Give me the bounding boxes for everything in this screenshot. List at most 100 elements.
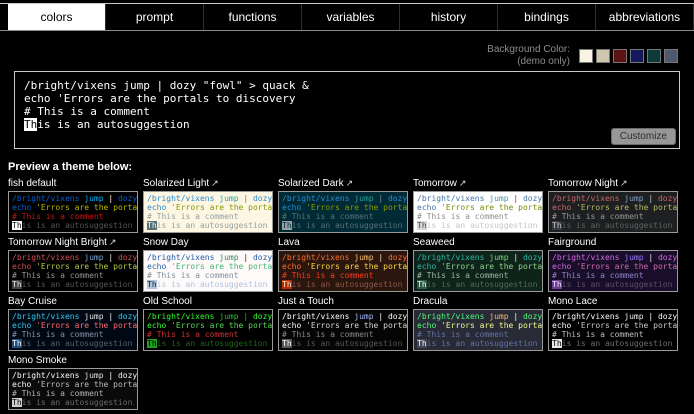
theme-preview: /bright/vixens jump | dozy "echo 'Errors… bbox=[8, 191, 138, 233]
tab-prompt[interactable]: prompt bbox=[106, 4, 204, 30]
external-link-icon[interactable]: ↗ bbox=[109, 237, 117, 247]
terminal-line: echo 'Errors are the portals bbox=[282, 203, 404, 212]
terminal-line: # This is a comment bbox=[24, 105, 670, 118]
customize-button[interactable]: Customize bbox=[611, 128, 676, 145]
external-link-icon[interactable]: ↗ bbox=[620, 178, 628, 188]
theme-preview: /bright/vixens jump | dozy "echo 'Errors… bbox=[413, 191, 543, 233]
terminal-line: echo 'Errors are the portals bbox=[417, 262, 539, 271]
terminal-line: This is an autosuggestion bbox=[12, 221, 134, 230]
terminal-line: echo 'Errors are the portals bbox=[417, 321, 539, 330]
theme-title-text: Tomorrow Night Bright bbox=[8, 237, 107, 248]
theme-card[interactable]: Seaweed /bright/vixens jump | dozy "echo… bbox=[413, 236, 543, 292]
theme-card[interactable]: Solarized Light↗ /bright/vixens jump | d… bbox=[143, 177, 273, 233]
theme-preview: /bright/vixens jump | dozy "echo 'Errors… bbox=[8, 368, 138, 410]
terminal-line: This is an autosuggestion bbox=[417, 339, 539, 348]
terminal-line: This is an autosuggestion bbox=[12, 280, 134, 289]
theme-title: Mono Smoke bbox=[8, 355, 138, 367]
terminal-line: This is an autosuggestion bbox=[282, 339, 404, 348]
background-color-swatch[interactable] bbox=[630, 49, 644, 63]
external-link-icon[interactable]: ↗ bbox=[211, 178, 219, 188]
theme-title: Bay Cruise bbox=[8, 296, 138, 308]
terminal-line: echo 'Errors are the portals bbox=[282, 262, 404, 271]
theme-title: Tomorrow Night↗ bbox=[548, 178, 678, 190]
terminal-line: echo 'Errors are the portals to discover… bbox=[24, 92, 670, 105]
theme-card[interactable]: Tomorrow Night↗ /bright/vixens jump | do… bbox=[548, 177, 678, 233]
demo-terminal: /bright/vixens jump | dozy "fowl" > quac… bbox=[14, 71, 680, 149]
theme-title: Solarized Light↗ bbox=[143, 178, 273, 190]
tab-bindings[interactable]: bindings bbox=[498, 4, 596, 30]
external-link-icon[interactable]: ↗ bbox=[459, 178, 467, 188]
terminal-line: echo 'Errors are the portals bbox=[417, 203, 539, 212]
background-color-swatch[interactable] bbox=[647, 49, 661, 63]
terminal-line: /bright/vixens jump | dozy " bbox=[12, 253, 134, 262]
terminal-line: /bright/vixens jump | dozy " bbox=[147, 194, 269, 203]
terminal-line: # This is a comment bbox=[552, 212, 674, 221]
theme-card[interactable]: Solarized Dark↗ /bright/vixens jump | do… bbox=[278, 177, 408, 233]
theme-title-text: Tomorrow bbox=[413, 178, 457, 189]
theme-card[interactable]: fish default /bright/vixens jump | dozy … bbox=[8, 177, 138, 233]
terminal-line: This is an autosuggestion bbox=[282, 221, 404, 230]
terminal-line: # This is a comment bbox=[552, 271, 674, 280]
terminal-line: echo 'Errors are the portals bbox=[147, 321, 269, 330]
theme-card[interactable]: Lava /bright/vixens jump | dozy "echo 'E… bbox=[278, 236, 408, 292]
theme-preview: /bright/vixens jump | dozy "echo 'Errors… bbox=[548, 309, 678, 351]
tab-variables[interactable]: variables bbox=[302, 4, 400, 30]
tab-functions[interactable]: functions bbox=[204, 4, 302, 30]
terminal-line: This is an autosuggestion bbox=[147, 221, 269, 230]
theme-card[interactable]: Dracula /bright/vixens jump | dozy "echo… bbox=[413, 295, 543, 351]
theme-card[interactable]: Mono Lace /bright/vixens jump | dozy "ec… bbox=[548, 295, 678, 351]
terminal-line: /bright/vixens jump | dozy " bbox=[552, 312, 674, 321]
background-color-swatch[interactable] bbox=[596, 49, 610, 63]
terminal-line: # This is a comment bbox=[12, 212, 134, 221]
tab-colors[interactable]: colors bbox=[8, 4, 106, 30]
terminal-line: This is an autosuggestion bbox=[282, 280, 404, 289]
background-color-swatch[interactable] bbox=[664, 49, 678, 63]
terminal-line: /bright/vixens jump | dozy "fowl" > quac… bbox=[24, 79, 670, 92]
terminal-line: # This is a comment bbox=[12, 389, 134, 398]
theme-preview: /bright/vixens jump | dozy "echo 'Errors… bbox=[278, 191, 408, 233]
background-color-label: Background Color: (demo only) bbox=[487, 44, 570, 68]
theme-card[interactable]: Snow Day /bright/vixens jump | dozy "ech… bbox=[143, 236, 273, 292]
background-color-swatch[interactable] bbox=[579, 49, 593, 63]
theme-title-text: Lava bbox=[278, 237, 300, 248]
background-color-label-line1: Background Color: bbox=[487, 44, 570, 56]
theme-title-text: Old School bbox=[143, 296, 192, 307]
theme-title: fish default bbox=[8, 178, 138, 190]
terminal-line: /bright/vixens jump | dozy " bbox=[417, 194, 539, 203]
theme-card[interactable]: Tomorrow Night Bright↗ /bright/vixens ju… bbox=[8, 236, 138, 292]
tab-abbreviations[interactable]: abbreviations bbox=[596, 4, 694, 30]
theme-preview: /bright/vixens jump | dozy "echo 'Errors… bbox=[278, 250, 408, 292]
terminal-line: /bright/vixens jump | dozy " bbox=[417, 253, 539, 262]
background-color-picker: Background Color: (demo only) bbox=[0, 44, 678, 68]
theme-preview: /bright/vixens jump | dozy "echo 'Errors… bbox=[413, 250, 543, 292]
theme-title-text: Mono Smoke bbox=[8, 355, 67, 366]
theme-title: Tomorrow↗ bbox=[413, 178, 543, 190]
theme-card[interactable]: Bay Cruise /bright/vixens jump | dozy "e… bbox=[8, 295, 138, 351]
theme-card[interactable]: Fairground /bright/vixens jump | dozy "e… bbox=[548, 236, 678, 292]
theme-title: Dracula bbox=[413, 296, 543, 308]
terminal-line: # This is a comment bbox=[282, 271, 404, 280]
theme-card[interactable]: Tomorrow↗ /bright/vixens jump | dozy "ec… bbox=[413, 177, 543, 233]
terminal-line: # This is a comment bbox=[552, 330, 674, 339]
theme-card[interactable]: Just a Touch /bright/vixens jump | dozy … bbox=[278, 295, 408, 351]
terminal-line: This is an autosuggestion bbox=[12, 339, 134, 348]
external-link-icon[interactable]: ↗ bbox=[346, 178, 354, 188]
theme-title-text: Seaweed bbox=[413, 237, 455, 248]
terminal-line: echo 'Errors are the portals bbox=[282, 321, 404, 330]
background-color-swatch[interactable] bbox=[613, 49, 627, 63]
terminal-line: This is an autosuggestion bbox=[417, 280, 539, 289]
theme-preview: /bright/vixens jump | dozy "echo 'Errors… bbox=[143, 250, 273, 292]
theme-grid: fish default /bright/vixens jump | dozy … bbox=[8, 177, 694, 410]
terminal-line: /bright/vixens jump | dozy " bbox=[12, 371, 134, 380]
theme-title: Mono Lace bbox=[548, 296, 678, 308]
terminal-line: echo 'Errors are the portals bbox=[12, 262, 134, 271]
theme-title-text: fish default bbox=[8, 178, 56, 189]
theme-card[interactable]: Old School /bright/vixens jump | dozy "e… bbox=[143, 295, 273, 351]
terminal-line: /bright/vixens jump | dozy " bbox=[417, 312, 539, 321]
theme-card[interactable]: Mono Smoke /bright/vixens jump | dozy "e… bbox=[8, 354, 138, 410]
terminal-line: This is an autosuggestion bbox=[12, 398, 134, 407]
terminal-line: # This is a comment bbox=[147, 212, 269, 221]
theme-title-text: Bay Cruise bbox=[8, 296, 57, 307]
terminal-line: This is an autosuggestion bbox=[552, 280, 674, 289]
tab-history[interactable]: history bbox=[400, 4, 498, 30]
